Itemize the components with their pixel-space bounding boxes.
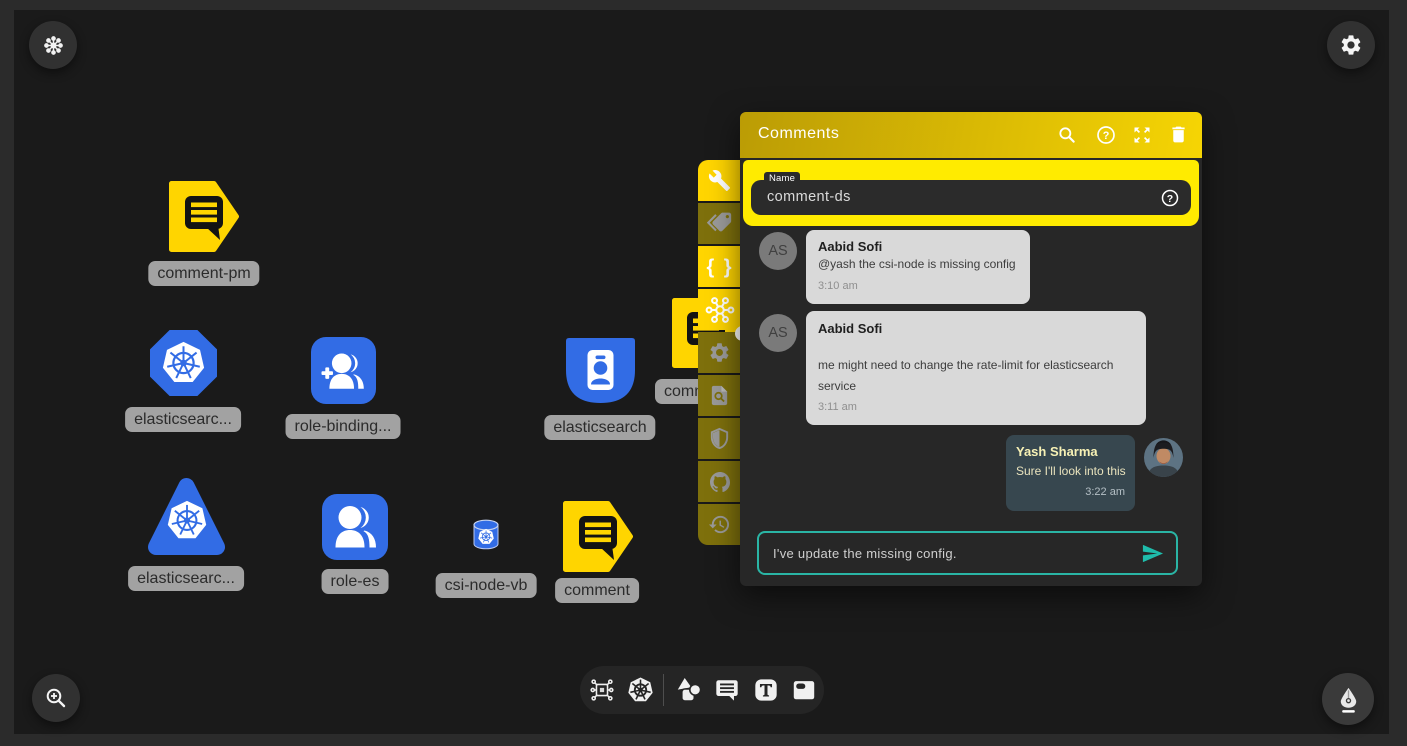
svg-text:{ }: { } [706,256,733,278]
svg-text:?: ? [1103,130,1110,142]
svg-text:?: ? [1167,193,1173,205]
